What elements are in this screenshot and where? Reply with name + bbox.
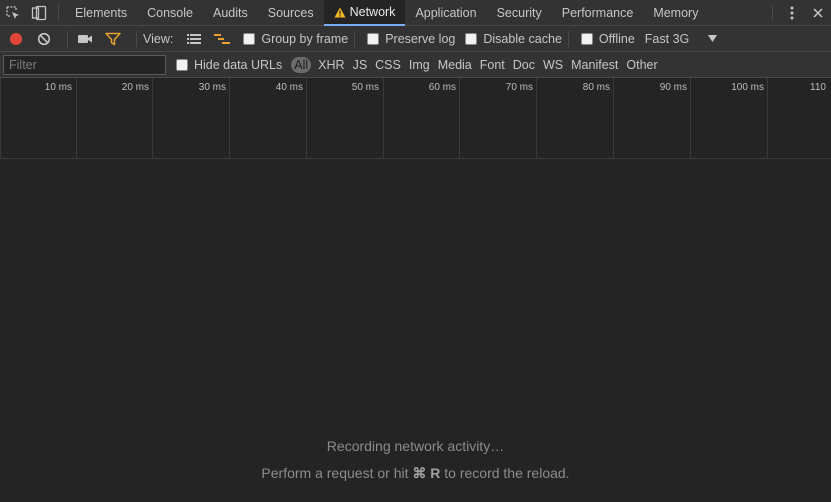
record-icon[interactable] <box>5 29 27 49</box>
more-vertical-icon[interactable] <box>779 0 805 25</box>
tab-security[interactable]: Security <box>487 0 552 25</box>
show-overview-icon[interactable] <box>211 29 233 49</box>
tab-memory[interactable]: Memory <box>643 0 708 25</box>
filter-type-img[interactable]: Img <box>405 58 434 72</box>
filter-bar: Hide data URLs All XHR JS CSS Img Media … <box>0 52 831 78</box>
filter-type-doc[interactable]: Doc <box>509 58 539 72</box>
network-toolbar: View: Group by frame Preserve log Disabl… <box>0 26 831 52</box>
timeline-tick: 50 ms <box>351 82 379 93</box>
grid-line <box>0 78 1 158</box>
timeline-tick: 10 ms <box>44 82 72 93</box>
filter-icon[interactable] <box>102 29 124 49</box>
toolbar-separator <box>567 30 569 47</box>
hide-data-urls-checkbox[interactable]: Hide data URLs <box>176 58 282 72</box>
tabbar-separator <box>58 5 59 20</box>
timeline-tick: 30 ms <box>198 82 226 93</box>
clear-icon[interactable] <box>33 29 55 49</box>
grid-line <box>152 78 153 158</box>
filter-type-font[interactable]: Font <box>476 58 509 72</box>
tab-audits[interactable]: Audits <box>203 0 258 25</box>
filter-type-manifest[interactable]: Manifest <box>567 58 622 72</box>
grid-line <box>536 78 537 158</box>
grid-line <box>690 78 691 158</box>
tab-console[interactable]: Console <box>137 0 203 25</box>
toolbar-separator <box>136 30 137 47</box>
filter-type-css[interactable]: CSS <box>371 58 405 72</box>
device-toolbar-icon[interactable] <box>26 0 52 25</box>
timeline-tick: 90 ms <box>659 82 687 93</box>
timeline-tick: 60 ms <box>428 82 456 93</box>
tab-application[interactable]: Application <box>405 0 486 25</box>
offline-checkbox[interactable]: Offline <box>580 32 635 46</box>
timeline-tick: 80 ms <box>582 82 610 93</box>
grid-line <box>76 78 77 158</box>
preserve-log-checkbox[interactable]: Preserve log <box>367 32 455 46</box>
filter-type-js[interactable]: JS <box>349 58 372 72</box>
tab-network[interactable]: Network <box>323 0 406 26</box>
tabbar-separator <box>772 5 773 20</box>
tab-elements[interactable]: Elements <box>65 0 137 25</box>
grid-line <box>613 78 614 158</box>
timeline-tick: 100 ms <box>731 82 764 93</box>
timeline-tick: 70 ms <box>505 82 533 93</box>
warning-icon <box>334 7 346 18</box>
group-by-frame-checkbox[interactable]: Group by frame <box>243 32 348 46</box>
filter-type-other[interactable]: Other <box>622 58 661 72</box>
view-label: View: <box>143 31 174 46</box>
toolbar-separator <box>67 30 68 47</box>
filter-type-all[interactable]: All <box>291 56 312 73</box>
devtools-tabbar: Elements Console Audits Sources Network … <box>0 0 831 26</box>
checkbox-box[interactable] <box>367 32 380 45</box>
checkbox-box[interactable] <box>176 58 188 71</box>
tab-performance[interactable]: Performance <box>552 0 644 25</box>
network-overview[interactable]: 10 ms 20 ms 30 ms 40 ms 50 ms 60 ms 70 m… <box>0 78 831 159</box>
checkbox-box[interactable] <box>243 32 256 45</box>
filter-input[interactable] <box>3 54 166 75</box>
timeline-tick: 20 ms <box>121 82 149 93</box>
checkbox-box[interactable] <box>580 32 593 45</box>
filter-type-ws[interactable]: WS <box>539 58 567 72</box>
toolbar-separator <box>354 30 356 47</box>
filter-type-media[interactable]: Media <box>434 58 476 72</box>
close-icon[interactable] <box>805 0 831 25</box>
tab-sources[interactable]: Sources <box>258 0 324 25</box>
large-request-rows-icon[interactable] <box>183 29 205 49</box>
throttling-select[interactable]: Fast 3G <box>645 32 718 46</box>
recording-message: Recording network activity… <box>326 438 505 454</box>
disable-cache-checkbox[interactable]: Disable cache <box>465 32 562 46</box>
timeline-tick: 40 ms <box>275 82 303 93</box>
grid-line <box>306 78 307 158</box>
dropdown-arrow-icon <box>708 35 718 42</box>
grid-line <box>229 78 230 158</box>
reload-hint: Perform a request or hit ⌘ R to record t… <box>261 465 570 481</box>
grid-line <box>459 78 460 158</box>
filter-type-xhr[interactable]: XHR <box>314 58 348 72</box>
capture-screenshots-icon[interactable] <box>74 29 96 49</box>
inspect-element-icon[interactable] <box>0 0 26 25</box>
checkbox-box[interactable] <box>465 32 478 45</box>
shortcut-key: ⌘ R <box>412 465 441 481</box>
grid-line <box>383 78 384 158</box>
timeline-tick: 110 <box>810 82 826 93</box>
